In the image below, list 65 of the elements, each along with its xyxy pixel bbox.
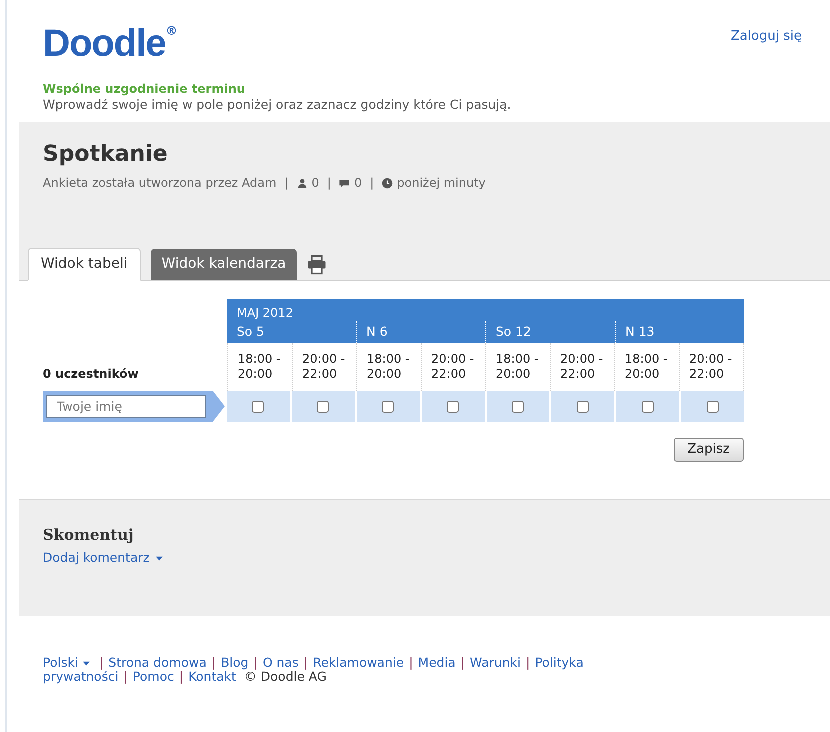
footer-link[interactable]: Pomoc bbox=[132, 670, 174, 684]
separator: | bbox=[179, 670, 184, 684]
separator: | bbox=[327, 175, 332, 192]
view-tab[interactable]: Widok tabeli bbox=[28, 248, 141, 281]
doodle-logo: Doodle® bbox=[43, 24, 178, 64]
checkbox[interactable] bbox=[382, 400, 394, 412]
participants-label: 0 uczestników bbox=[43, 366, 139, 383]
checkbox[interactable] bbox=[706, 400, 719, 412]
separator: | bbox=[284, 175, 289, 192]
comments-title: Skomentuj bbox=[43, 526, 135, 545]
name-field[interactable]: Twoje imię bbox=[43, 391, 225, 422]
separator: | bbox=[526, 656, 530, 670]
checkbox[interactable] bbox=[512, 400, 524, 412]
footer-link[interactable]: O nas bbox=[262, 656, 299, 670]
time-slot: 18:00 - 20:00 bbox=[496, 352, 544, 382]
poll-time: poniżej minuty bbox=[397, 175, 486, 192]
time-slot: 18:00 - 20:00 bbox=[238, 352, 286, 382]
time-slot: 18:00 - 20:00 bbox=[625, 352, 673, 382]
month-label: MAJ 2012 bbox=[236, 305, 294, 321]
language-link[interactable]: Polski bbox=[43, 656, 92, 670]
intro-text: Wprowadź swoje imię w pole poniżej oraz zaznacz godziny które Ci pasują. bbox=[43, 97, 512, 112]
separator: | bbox=[304, 656, 308, 670]
comment-count: 0 bbox=[354, 175, 362, 192]
login-link[interactable]: Zaloguj się bbox=[730, 27, 802, 46]
footer-link[interactable]: Blog bbox=[221, 656, 249, 670]
separator: | bbox=[212, 656, 216, 670]
copyright: © Doodle AG bbox=[244, 670, 327, 684]
time-slot: 18:00 - 20:00 bbox=[367, 352, 415, 382]
person-icon bbox=[296, 178, 308, 188]
add-comment-link[interactable]: Dodaj komentarz bbox=[43, 549, 164, 568]
save-button[interactable]: Zapisz bbox=[674, 438, 744, 462]
day-label: So 12 bbox=[496, 322, 532, 341]
day-label: N 13 bbox=[626, 322, 655, 341]
footer-link[interactable]: Strona domowa bbox=[108, 656, 207, 670]
footer-link[interactable]: Warunki bbox=[470, 656, 521, 670]
time-slot: 20:00 - 22:00 bbox=[302, 352, 350, 382]
poll-title: Spotkanie bbox=[43, 142, 169, 168]
separator: | bbox=[124, 670, 128, 684]
separator: | bbox=[409, 656, 414, 670]
participant-count: 0 bbox=[312, 175, 320, 192]
checkbox[interactable] bbox=[447, 400, 460, 412]
time-slot: 20:00 - 22:00 bbox=[560, 352, 608, 382]
time-slot: 20:00 - 22:00 bbox=[690, 352, 738, 382]
separator: | bbox=[254, 656, 258, 670]
intro-title: Wspólne uzgodnienie terminu bbox=[43, 82, 246, 97]
printer-icon bbox=[307, 255, 328, 275]
footer-link[interactable]: Polityka bbox=[535, 656, 584, 670]
separator: | bbox=[370, 175, 374, 192]
poll-author: Ankieta została utworzona przez Adam bbox=[43, 175, 277, 192]
time-slot: 20:00 - 22:00 bbox=[432, 352, 480, 382]
footer-link[interactable]: Reklamowanie bbox=[313, 656, 404, 670]
comment-icon bbox=[339, 178, 350, 188]
checkbox[interactable] bbox=[576, 400, 589, 412]
checkbox[interactable] bbox=[252, 400, 264, 412]
separator: | bbox=[460, 656, 466, 670]
separator: | bbox=[99, 656, 104, 670]
checkbox[interactable] bbox=[317, 400, 330, 412]
footer-link[interactable]: Kontakt bbox=[188, 670, 236, 684]
view-tab[interactable]: Widok kalendarza bbox=[150, 249, 298, 280]
day-label: So 5 bbox=[237, 322, 265, 341]
footer-link[interactable]: prywatności bbox=[43, 670, 119, 684]
clock-icon bbox=[382, 178, 394, 188]
checkbox[interactable] bbox=[642, 400, 654, 412]
day-label: N 6 bbox=[366, 322, 388, 341]
footer-link[interactable]: Media bbox=[418, 656, 456, 670]
